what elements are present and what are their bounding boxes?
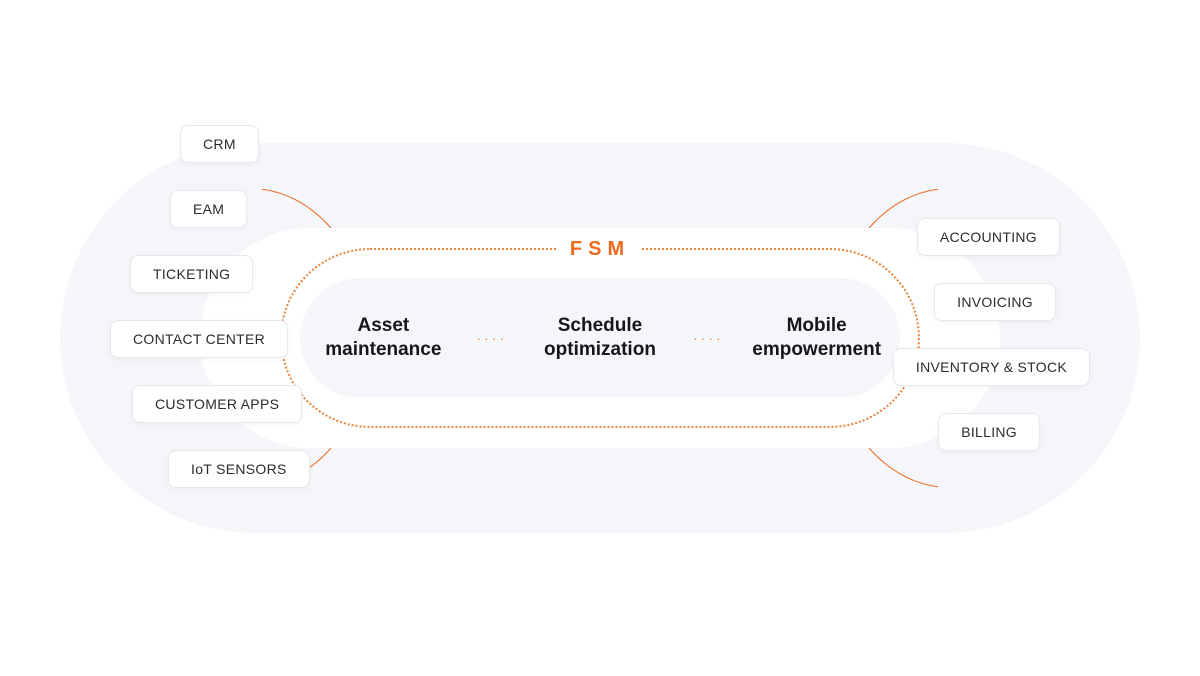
fsm-label: FSM xyxy=(558,238,642,261)
box-crm: CRM xyxy=(180,125,259,163)
box-accounting: ACCOUNTING xyxy=(917,218,1060,256)
box-contact-center: CONTACT CENTER xyxy=(110,320,288,358)
mid-pill: FSM Assetmaintenance ···· Scheduleoptimi… xyxy=(200,228,1000,448)
box-ticketing: TICKETING xyxy=(130,255,253,293)
dots-separator-icon: ···· xyxy=(476,330,507,346)
box-inventory: INVENTORY & STOCK xyxy=(893,348,1090,386)
dots-separator-icon: ···· xyxy=(693,330,724,346)
core-item-asset: Assetmaintenance xyxy=(308,314,458,362)
box-eam: EAM xyxy=(170,190,247,228)
box-invoicing: INVOICING xyxy=(934,283,1056,321)
box-billing: BILLING xyxy=(938,413,1040,451)
box-customer-apps: CUSTOMER APPS xyxy=(132,385,302,423)
core-pill: Assetmaintenance ···· Scheduleoptimizati… xyxy=(300,278,900,398)
core-item-mobile: Mobileempowerment xyxy=(742,314,892,362)
diagram-container: FSM Assetmaintenance ···· Scheduleoptimi… xyxy=(60,143,1140,533)
box-iot-sensors: IoT SENSORS xyxy=(168,450,310,488)
core-item-schedule: Scheduleoptimization xyxy=(525,314,675,362)
